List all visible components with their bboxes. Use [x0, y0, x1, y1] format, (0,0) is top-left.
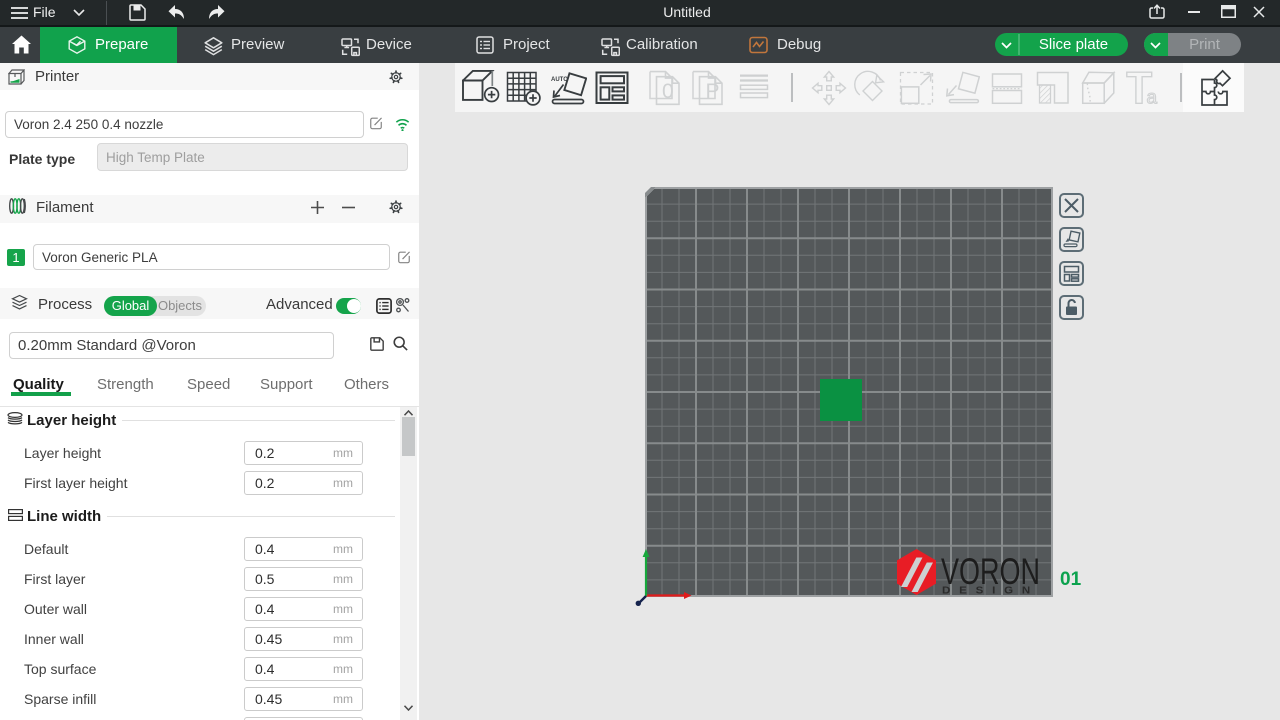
svg-text:AUTO: AUTO [551, 77, 568, 83]
svg-text:0: 0 [662, 80, 674, 103]
svg-text:DESIGN: DESIGN [942, 585, 1039, 597]
svg-text:a: a [1147, 88, 1158, 108]
svg-text:P: P [706, 80, 720, 103]
